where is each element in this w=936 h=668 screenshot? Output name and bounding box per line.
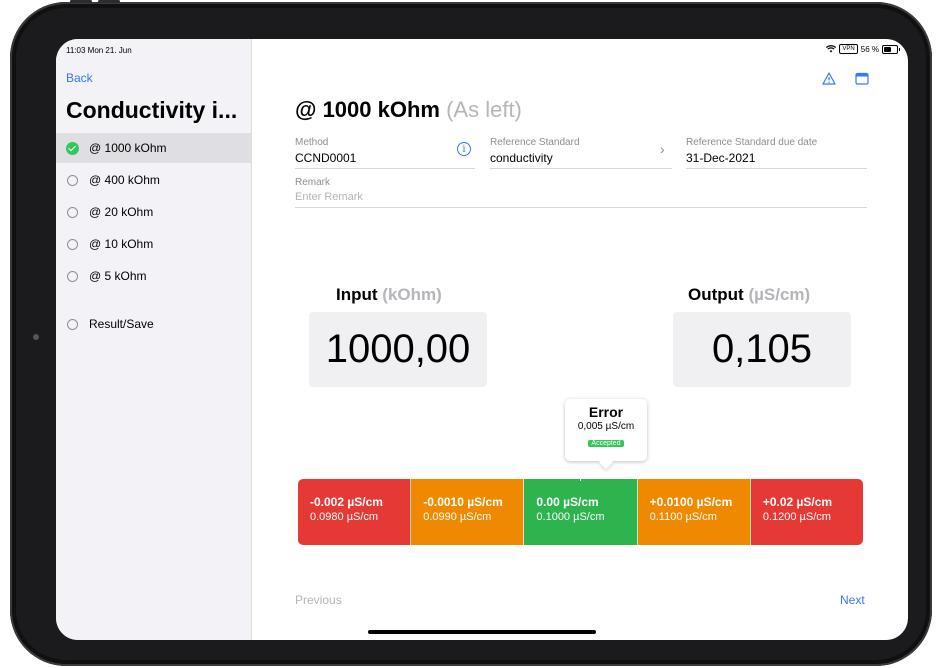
top-button [70, 0, 92, 3]
radio-icon [67, 206, 78, 218]
error-title: Error [588, 404, 624, 420]
scale-value: 0.0980 µS/cm [310, 511, 379, 523]
sidebar-item-20-kohm[interactable]: @ 20 kOhm [56, 197, 251, 227]
sidebar-item-label: @ 5 kOhm [89, 269, 147, 283]
output-unit: (µS/cm) [748, 285, 811, 304]
page-title-main: @ 1000 kOhm [295, 97, 440, 122]
sidebar: 11:03 Mon 21. Jun Back Conductivity i...… [56, 39, 252, 640]
output-label: Output [688, 285, 744, 304]
camera-icon [33, 334, 39, 340]
screen: 11:03 Mon 21. Jun Back Conductivity i...… [56, 39, 908, 640]
info-icon[interactable]: i [457, 142, 471, 156]
radio-icon [67, 174, 78, 186]
back-button[interactable]: Back [66, 71, 93, 85]
ipad-frame: 11:03 Mon 21. Jun Back Conductivity i...… [10, 0, 932, 666]
remark-divider [295, 207, 867, 208]
sidebar-item-result-save[interactable]: Result/Save [56, 309, 251, 339]
remark-input[interactable]: Enter Remark [295, 191, 363, 203]
chevron-right-icon[interactable]: › [660, 141, 665, 157]
sidebar-item-label: @ 10 kOhm [89, 237, 154, 251]
scale-deviation: -0.0010 µS/cm [423, 495, 503, 509]
input-value-field[interactable]: 1000,00 [309, 312, 487, 387]
battery-icon [882, 44, 900, 54]
scale-value: 0.1100 µS/cm [649, 511, 717, 523]
reference-standard-value[interactable]: conductivity [490, 151, 553, 165]
due-date-value: 31-Dec-2021 [686, 151, 756, 165]
sidebar-item-5-kohm[interactable]: @ 5 kOhm [56, 261, 251, 291]
method-label: Method [295, 137, 329, 148]
top-button [98, 0, 120, 3]
scale-deviation: 0.00 µS/cm [536, 495, 599, 509]
sidebar-title: Conductivity i... [66, 97, 238, 123]
calendar-icon[interactable] [855, 72, 869, 86]
sidebar-item-10-kohm[interactable]: @ 10 kOhm [56, 229, 251, 259]
sidebar-item-label: @ 1000 kOhm [89, 141, 167, 155]
remark-label: Remark [295, 177, 331, 188]
radio-icon [67, 318, 78, 330]
page-title-suffix: (As left) [446, 97, 522, 122]
error-pointer [580, 471, 581, 481]
scale-value: 0.1200 µS/cm [762, 511, 831, 523]
scale-segment: -0.0010 µS/cm 0.0990 µS/cm [411, 479, 525, 545]
method-divider [295, 168, 475, 169]
radio-icon [67, 270, 78, 282]
sidebar-item-label: Result/Save [89, 317, 154, 331]
reference-standard-divider [490, 168, 672, 169]
output-title: Output (µS/cm) [688, 285, 810, 305]
next-button[interactable]: Next [840, 593, 865, 607]
vpn-badge: VPN [839, 44, 858, 54]
scale-value: 0.0990 µS/cm [423, 511, 492, 523]
scale-segment: -0.002 µS/cm 0.0980 µS/cm [298, 479, 412, 545]
tolerance-scale: -0.002 µS/cm 0.0980 µS/cm -0.0010 µS/cm … [298, 479, 863, 545]
sidebar-item-400-kohm[interactable]: @ 400 kOhm [56, 165, 251, 195]
scale-segment: +0.02 µS/cm 0.1200 µS/cm [750, 479, 863, 545]
radio-icon [67, 238, 78, 250]
output-value-field[interactable]: 0,105 [673, 312, 851, 387]
due-date-label: Reference Standard due date [686, 137, 818, 148]
input-title: Input (kOhm) [336, 285, 442, 305]
status-time: 11:03 Mon 21. Jun [66, 46, 132, 55]
input-label: Input [336, 285, 378, 304]
page-title: @ 1000 kOhm (As left) [295, 97, 522, 123]
status-indicators: VPN 56 % [826, 44, 900, 54]
scale-deviation: -0.002 µS/cm [310, 495, 383, 509]
scale-segment: 0.00 µS/cm 0.1000 µS/cm [524, 479, 638, 545]
sidebar-item-label: @ 400 kOhm [89, 173, 160, 187]
previous-button[interactable]: Previous [295, 593, 342, 607]
scale-segment: +0.0100 µS/cm 0.1100 µS/cm [637, 479, 751, 545]
scale-value: 0.1000 µS/cm [536, 511, 605, 523]
scale-deviation: +0.02 µS/cm [762, 495, 833, 509]
due-date-divider [686, 168, 867, 169]
scale-deviation: +0.0100 µS/cm [649, 495, 733, 509]
sidebar-item-label: @ 20 kOhm [89, 205, 154, 219]
battery-percent: 56 % [860, 44, 879, 54]
error-value: 0,005 µS/cm [577, 421, 635, 432]
input-unit: (kOhm) [382, 285, 442, 304]
home-indicator[interactable] [368, 630, 596, 634]
checkmark-icon [66, 141, 79, 155]
warning-icon[interactable] [822, 72, 836, 86]
sidebar-item-1000-kohm[interactable]: @ 1000 kOhm [56, 133, 251, 163]
reference-standard-label: Reference Standard [490, 137, 580, 148]
wifi-icon [826, 45, 837, 53]
error-tooltip: Error 0,005 µS/cm Accepted [565, 399, 647, 461]
accepted-badge: Accepted [588, 440, 624, 447]
method-value[interactable]: CCND0001 [295, 151, 356, 165]
